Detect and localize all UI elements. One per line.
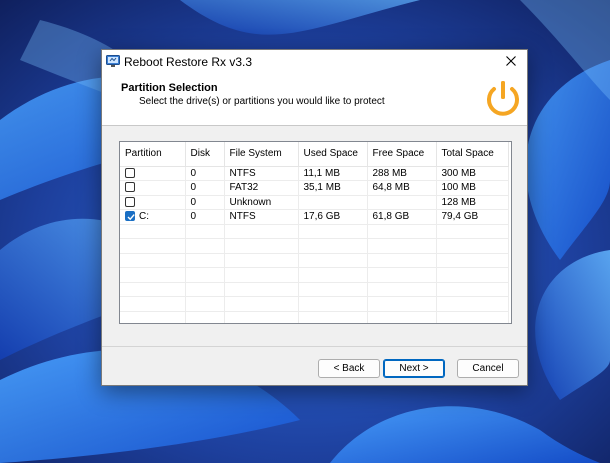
total-space-cell: 79,4 GB [436, 209, 509, 225]
table-row[interactable]: 0 FAT32 35,1 MB 64,8 MB 100 MB [120, 180, 509, 196]
reboot-restore-app-icon [106, 55, 120, 68]
total-space-cell: 128 MB [436, 195, 509, 210]
empty-row [120, 296, 509, 312]
close-icon [506, 53, 516, 71]
disk-cell: 0 [185, 209, 225, 225]
close-button[interactable] [495, 50, 527, 74]
column-header-partition[interactable]: Partition [120, 142, 186, 167]
table-row[interactable]: 0 Unknown 128 MB [120, 195, 509, 210]
column-header-used-space[interactable]: Used Space [298, 142, 368, 167]
empty-row [120, 253, 509, 268]
empty-row [120, 224, 509, 239]
empty-row [120, 282, 509, 297]
window-title: Reboot Restore Rx v3.3 [124, 55, 253, 69]
column-header-total-space[interactable]: Total Space [436, 142, 509, 167]
page-title: Partition Selection [121, 82, 218, 94]
checkmark-icon [127, 214, 135, 221]
title-bar: Reboot Restore Rx v3.3 [102, 50, 527, 74]
partition-table: Partition Disk File System Used Space Fr… [120, 142, 509, 323]
file-system-cell: Unknown [224, 195, 299, 210]
empty-row [120, 267, 509, 283]
used-space-cell: 11,1 MB [298, 166, 368, 181]
free-space-cell: 288 MB [367, 166, 437, 181]
empty-row [120, 311, 509, 323]
free-space-cell: 61,8 GB [367, 209, 437, 225]
used-space-cell: 35,1 MB [298, 180, 368, 196]
total-space-cell: 100 MB [436, 180, 509, 196]
free-space-cell [367, 195, 437, 210]
partition-checkbox[interactable] [125, 196, 135, 207]
total-space-cell: 300 MB [436, 166, 509, 181]
partition-list[interactable]: Partition Disk File System Used Space Fr… [119, 141, 512, 324]
back-button[interactable]: < Back [318, 359, 380, 378]
table-row[interactable]: C: 0 NTFS 17,6 GB 61,8 GB 79,4 GB [120, 209, 509, 225]
free-space-cell: 64,8 MB [367, 180, 437, 196]
column-header-free-space[interactable]: Free Space [367, 142, 437, 167]
disk-cell: 0 [185, 166, 225, 181]
partition-cell [120, 180, 186, 196]
wizard-header: Partition Selection Select the drive(s) … [102, 74, 527, 126]
footer-divider [102, 346, 527, 347]
file-system-cell: NTFS [224, 166, 299, 181]
used-space-cell: 17,6 GB [298, 209, 368, 225]
next-button[interactable]: Next > [383, 359, 445, 378]
partition-checkbox[interactable] [125, 182, 135, 193]
partition-checkbox[interactable] [125, 167, 135, 178]
column-header-file-system[interactable]: File System [224, 142, 299, 167]
page-subtitle: Select the drive(s) or partitions you wo… [139, 96, 385, 107]
column-header-disk[interactable]: Disk [185, 142, 225, 167]
partition-cell [120, 166, 186, 181]
empty-row [120, 238, 509, 254]
table-header-row: Partition Disk File System Used Space Fr… [120, 142, 509, 167]
file-system-cell: FAT32 [224, 180, 299, 196]
partition-cell [120, 195, 186, 210]
partition-checkbox[interactable] [125, 211, 135, 222]
table-row[interactable]: 0 NTFS 11,1 MB 288 MB 300 MB [120, 166, 509, 181]
partition-label: C: [139, 211, 149, 223]
power-icon [482, 77, 524, 121]
setup-dialog: Reboot Restore Rx v3.3 Partition Selecti… [101, 49, 528, 386]
file-system-cell: NTFS [224, 209, 299, 225]
cancel-button[interactable]: Cancel [457, 359, 519, 378]
disk-cell: 0 [185, 180, 225, 196]
used-space-cell [298, 195, 368, 210]
disk-cell: 0 [185, 195, 225, 210]
partition-cell: C: [120, 209, 186, 225]
